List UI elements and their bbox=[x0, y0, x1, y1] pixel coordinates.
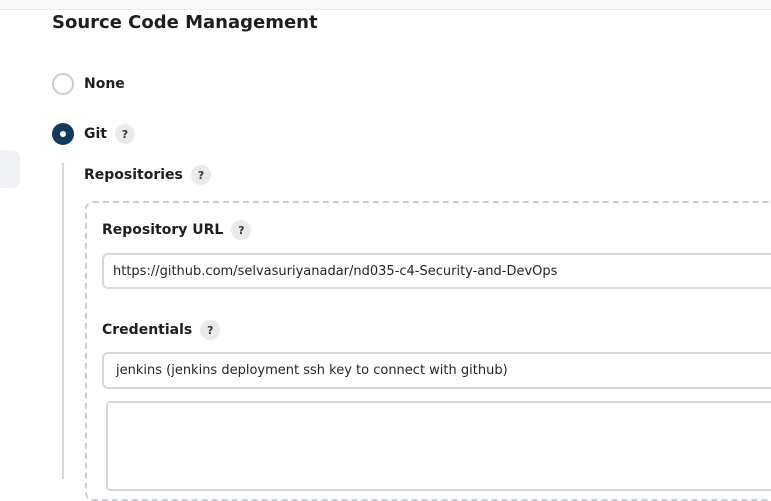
none-label: None bbox=[84, 76, 125, 92]
repository-url-input[interactable] bbox=[102, 253, 771, 289]
repository-url-header: Repository URL ? bbox=[102, 220, 252, 240]
top-bar bbox=[0, 0, 771, 10]
repositories-label: Repositories bbox=[84, 167, 183, 183]
git-label: Git bbox=[84, 126, 107, 142]
scm-option-none[interactable]: None bbox=[52, 73, 125, 95]
credentials-help-icon[interactable]: ? bbox=[200, 320, 221, 340]
scm-option-git[interactable]: Git ? bbox=[52, 123, 135, 145]
refspec-textarea[interactable] bbox=[106, 401, 771, 491]
credentials-label: Credentials bbox=[102, 322, 193, 338]
repository-url-help-icon[interactable]: ? bbox=[231, 220, 252, 240]
credentials-header: Credentials ? bbox=[102, 320, 221, 340]
repositories-help-icon[interactable]: ? bbox=[190, 165, 211, 185]
git-section-guide bbox=[62, 163, 64, 479]
credentials-select[interactable]: jenkins (jenkins deployment ssh key to c… bbox=[102, 352, 771, 389]
none-radio[interactable] bbox=[52, 73, 74, 95]
repository-url-label: Repository URL bbox=[102, 222, 224, 238]
git-radio[interactable] bbox=[52, 123, 74, 145]
section-title: Source Code Management bbox=[52, 12, 318, 33]
git-help-icon[interactable]: ? bbox=[114, 124, 135, 144]
radio-dot bbox=[60, 131, 66, 137]
sidebar-tab[interactable] bbox=[0, 150, 20, 188]
repositories-header: Repositories ? bbox=[84, 165, 211, 185]
credentials-selected-value: jenkins (jenkins deployment ssh key to c… bbox=[116, 363, 508, 378]
